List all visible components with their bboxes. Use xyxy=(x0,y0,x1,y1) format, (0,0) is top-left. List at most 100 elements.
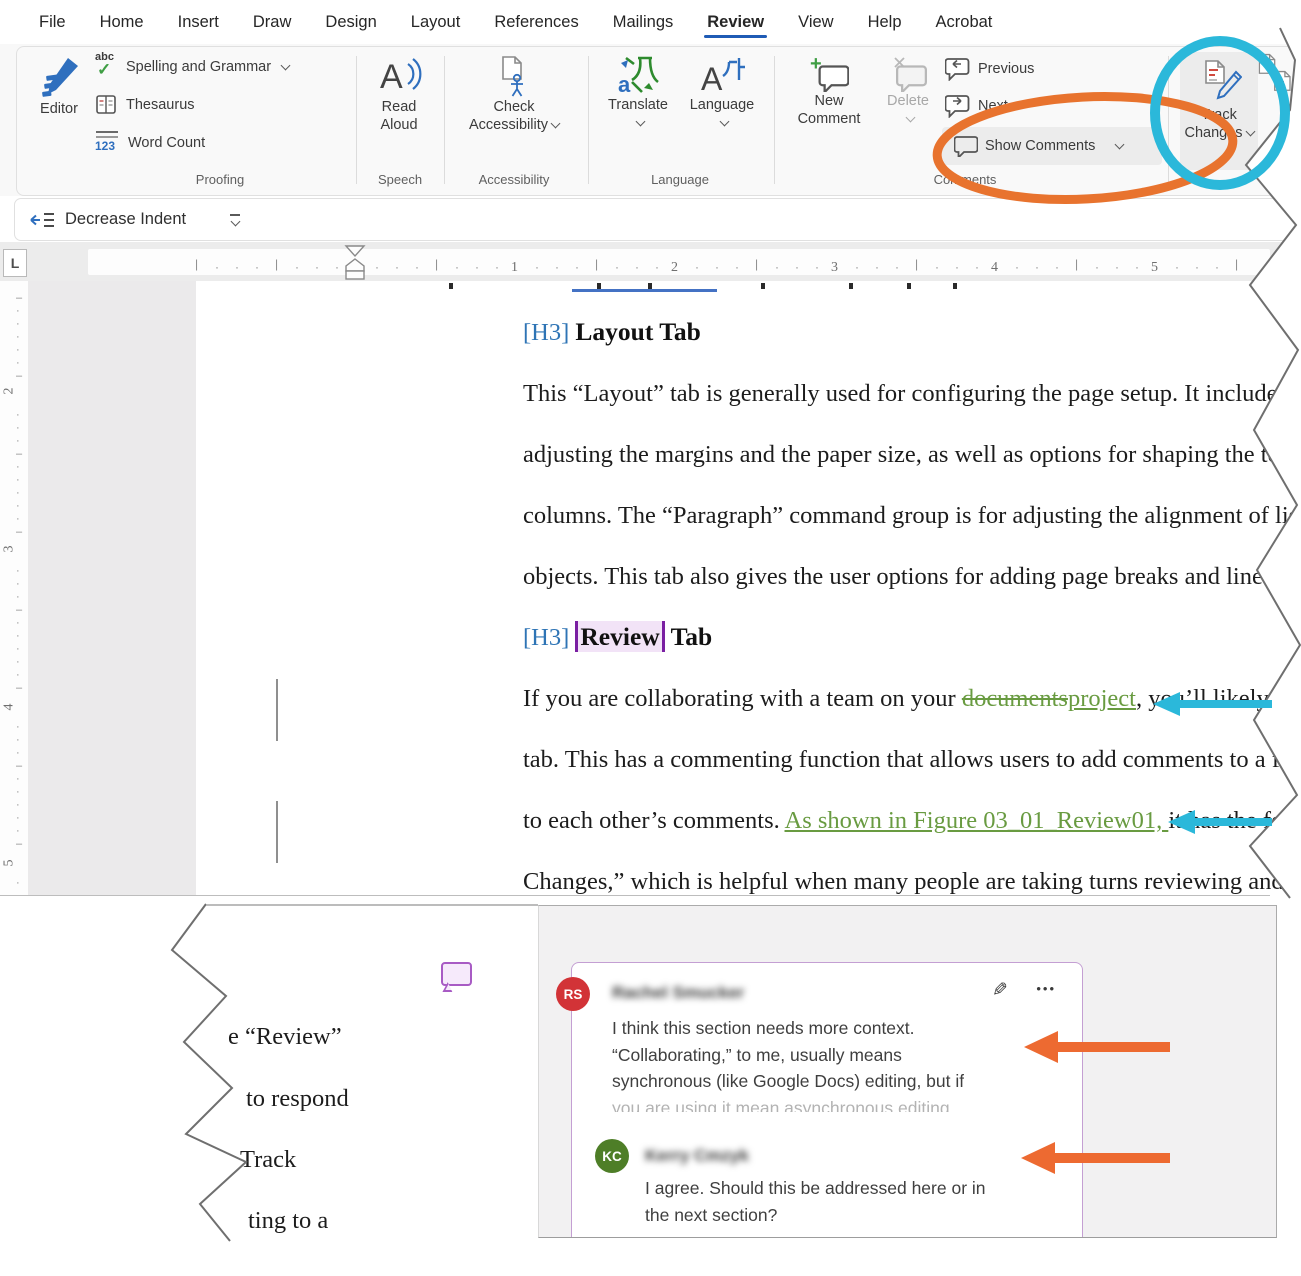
paragraph-line: columns. The “Paragraph” command group i… xyxy=(523,502,1301,530)
svg-text:A: A xyxy=(701,61,723,96)
group-separator xyxy=(1168,56,1169,184)
menu-tab-acrobat[interactable]: Acrobat xyxy=(919,4,1010,40)
menu-tab-draw[interactable]: Draw xyxy=(236,4,309,40)
translate-icon: a xyxy=(616,54,660,96)
decrease-indent-toolbar: Decrease Indent xyxy=(14,198,1301,241)
new-comment-icon: + xyxy=(809,54,849,92)
paragraph-line: objects. This tab also gives the user op… xyxy=(523,563,1301,591)
indent-markers[interactable] xyxy=(344,245,366,281)
editor-label: Editor xyxy=(40,100,78,118)
hruler-number: 3 xyxy=(831,260,838,276)
menu-tab-design[interactable]: Design xyxy=(308,4,393,40)
menu-tab-home[interactable]: Home xyxy=(83,4,161,40)
paragraph-line: Changes,” which is helpful when many peo… xyxy=(523,868,1301,896)
comments-group-label: Comments xyxy=(900,172,1030,187)
check-accessibility-button[interactable]: Check Accessibility xyxy=(452,54,576,134)
quick-toolbar: Decrease Indent xyxy=(0,196,1301,242)
editor-pencil-icon xyxy=(38,56,80,100)
previous-comment-icon xyxy=(945,57,971,81)
paragraph-line: This “Layout” tab is generally used for … xyxy=(523,380,1301,408)
avatar-rs: RS xyxy=(556,977,590,1011)
show-comments-button[interactable]: Show Comments xyxy=(942,127,1162,165)
show-comments-icon xyxy=(954,135,978,157)
thesaurus-button[interactable]: Thesaurus xyxy=(95,90,195,120)
doc-fragment: to respond xyxy=(246,1085,349,1113)
track-changes-icon xyxy=(1196,58,1242,106)
horizontal-ruler: |···|···|···|···1···|···2···|···3···|···… xyxy=(0,242,1301,281)
hruler-number: 4 xyxy=(991,260,998,276)
spelling-grammar-button[interactable]: abc ✓ Spelling and Grammar xyxy=(95,52,289,82)
paragraph-line: If you are collaborating with a team on … xyxy=(523,685,1301,713)
tracked-deletion: documents xyxy=(962,685,1068,712)
group-separator xyxy=(444,56,445,184)
chevron-down-icon xyxy=(1245,127,1255,137)
menu-tab-mailings[interactable]: Mailings xyxy=(596,4,691,40)
comment-author-blurred: Rachel Smucker xyxy=(612,983,744,1003)
decrease-indent-split-chevron[interactable] xyxy=(230,214,240,225)
accessibility-icon xyxy=(497,54,531,98)
decrease-indent-icon xyxy=(29,210,55,230)
document-page[interactable]: [H3] Layout Tab This “Layout” tab is gen… xyxy=(196,281,1301,896)
spelling-abc-check-icon: abc ✓ xyxy=(95,55,119,79)
next-comment-icon xyxy=(945,94,971,118)
menu-tab-help[interactable]: Help xyxy=(851,4,919,40)
chevron-down-icon xyxy=(635,117,645,127)
doc-fragment: Track xyxy=(240,1146,296,1174)
screenshot-tear-bottom-edge xyxy=(0,895,1270,896)
comment-reply-text: I agree. Should this be addressed here o… xyxy=(645,1175,986,1228)
vruler-number: 3 xyxy=(2,546,18,553)
torn-partial-page-icons xyxy=(1256,52,1300,102)
tracked-insertion: project xyxy=(1068,685,1136,712)
editor-button[interactable]: Editor xyxy=(28,56,90,118)
decrease-indent-button[interactable]: Decrease Indent xyxy=(65,210,186,229)
edit-comment-pencil-icon[interactable]: ✎ xyxy=(992,979,1008,1002)
paragraph-line: adjusting the margins and the paper size… xyxy=(523,441,1301,469)
menu-tab-layout[interactable]: Layout xyxy=(394,4,478,40)
menu-tab-review[interactable]: Review xyxy=(690,4,781,40)
comment-card[interactable]: RS Rachel Smucker ✎ ••• I think this sec… xyxy=(571,962,1083,1238)
more-options-icon[interactable]: ••• xyxy=(1036,981,1056,996)
revision-change-bar xyxy=(276,801,278,863)
comments-panel: RS Rachel Smucker ✎ ••• I think this sec… xyxy=(538,905,1277,1238)
heading-layout-tab: [H3] Layout Tab xyxy=(523,317,701,347)
language-button[interactable]: A Language xyxy=(686,54,758,125)
avatar-kc: KC xyxy=(595,1139,629,1173)
next-comment-button[interactable]: Next xyxy=(945,91,1008,121)
heading-review-tab: [H3] Review Tab xyxy=(523,622,712,652)
comment-highlight: Review xyxy=(575,621,664,652)
hruler-number: 1 xyxy=(511,260,518,276)
accessibility-group-label: Accessibility xyxy=(452,172,576,187)
thesaurus-book-icon xyxy=(95,94,119,116)
bottom-document-fragment: e “Review” to respond Track ting to a xyxy=(150,905,538,1238)
menu-tab-references[interactable]: References xyxy=(477,4,595,40)
tab-stop-selector[interactable]: L xyxy=(3,249,27,277)
paragraph-line: to each other’s comments. As shown in Fi… xyxy=(523,807,1301,835)
comment-text: I think this section needs more context.… xyxy=(612,1015,964,1112)
link-underline-remnant xyxy=(572,289,717,292)
group-separator xyxy=(774,56,775,184)
paragraph-line: tab. This has a commenting function that… xyxy=(523,746,1301,774)
delete-comment-button[interactable]: Delete xyxy=(878,54,938,121)
menu-tab-file[interactable]: File xyxy=(22,4,83,40)
chevron-down-icon xyxy=(551,119,561,129)
track-changes-button[interactable]: Track Changes xyxy=(1180,52,1258,170)
menu-tab-view[interactable]: View xyxy=(781,4,850,40)
word-window: File Home Insert Draw Design Layout Refe… xyxy=(0,0,1301,1276)
vruler-number: 5 xyxy=(2,860,18,867)
read-aloud-icon: A xyxy=(376,54,422,98)
group-separator xyxy=(356,56,357,184)
comment-anchor-bubble-icon[interactable] xyxy=(441,962,472,986)
word-count-button[interactable]: 123 Word Count xyxy=(95,128,205,158)
doc-fragment: e “Review” xyxy=(228,1023,342,1051)
proofing-group-label: Proofing xyxy=(95,172,345,187)
read-aloud-button[interactable]: A Read Aloud xyxy=(368,54,430,134)
previous-comment-button[interactable]: Previous xyxy=(945,54,1034,84)
new-comment-button[interactable]: + New Comment xyxy=(788,54,870,128)
plus-glyph: + xyxy=(810,54,822,75)
menu-tab-insert[interactable]: Insert xyxy=(161,4,236,40)
translate-button[interactable]: a Translate xyxy=(602,54,674,125)
ribbon: Editor abc ✓ Spelling and Grammar Thesau… xyxy=(0,44,1301,196)
word-count-123-icon: 123 xyxy=(95,131,121,155)
language-icon: A xyxy=(699,54,745,96)
vertical-ruler: –·····–···–·····–···–·····–···–·····–· 2… xyxy=(0,281,28,896)
